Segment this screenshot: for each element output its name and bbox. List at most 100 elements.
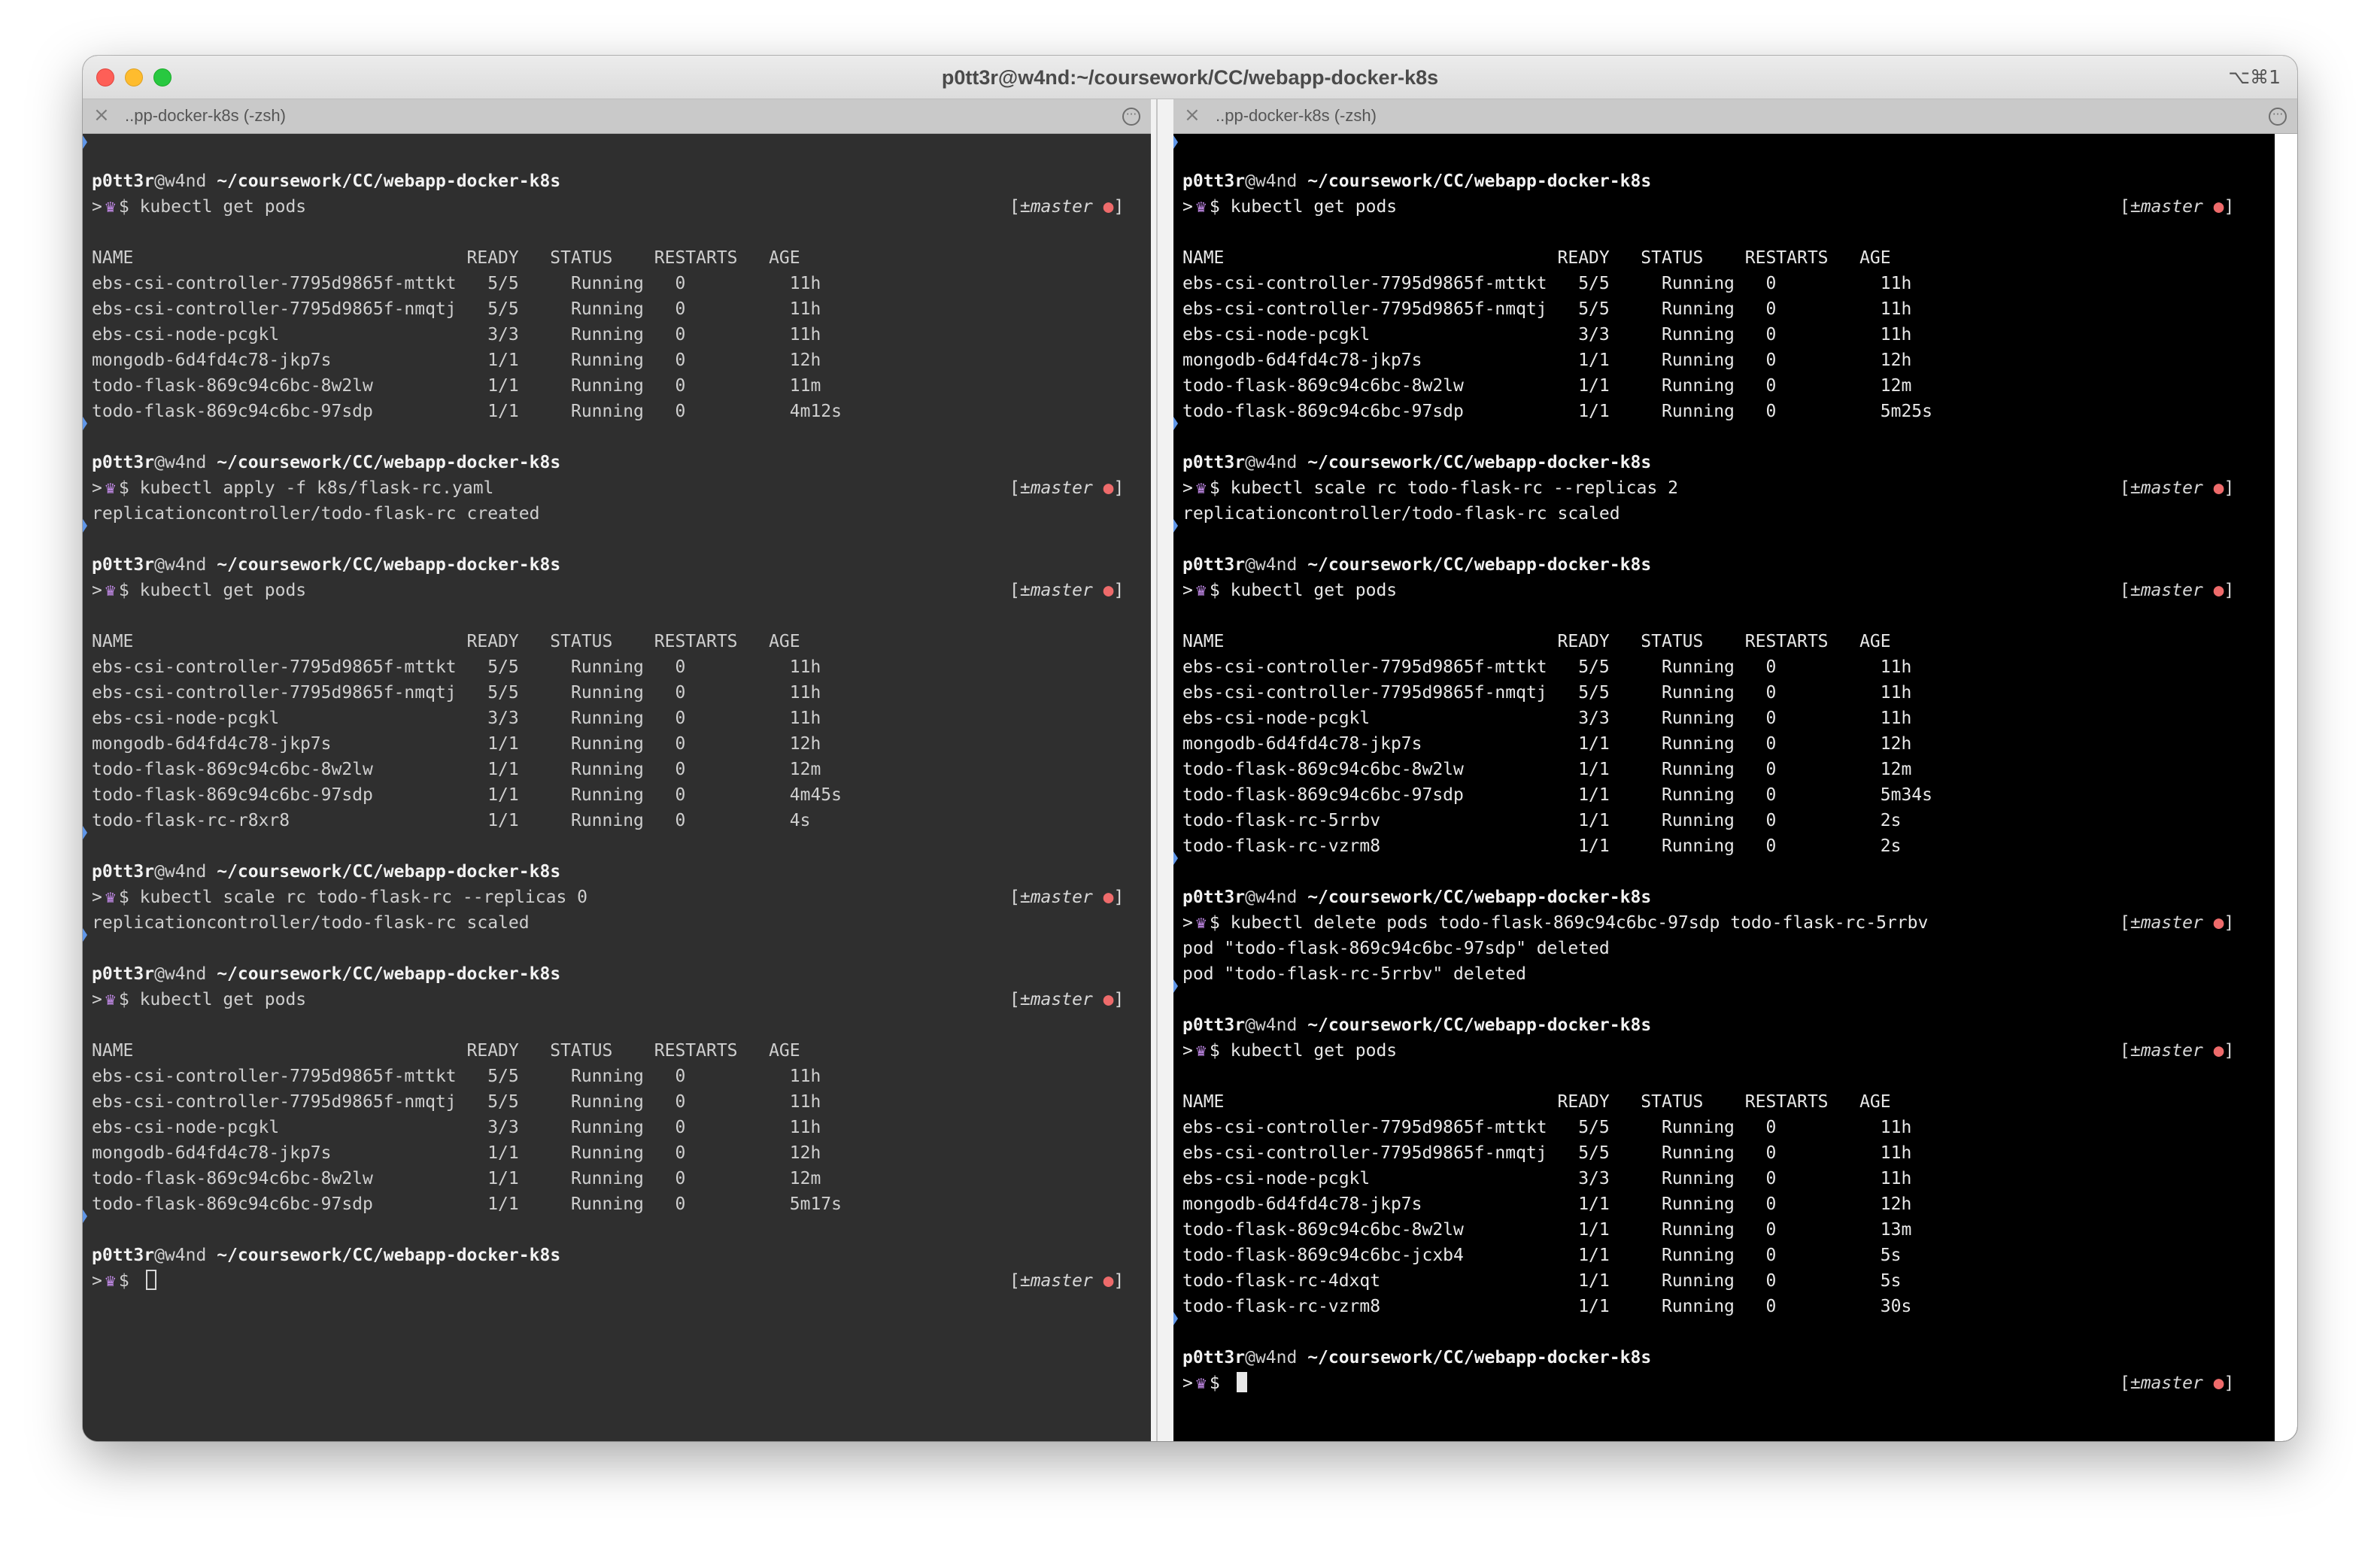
branch-name: ±master bbox=[2130, 581, 2203, 600]
branch-name: ±master bbox=[2130, 197, 2203, 217]
wizard-icon: ♛ bbox=[105, 478, 116, 498]
bracket: [ bbox=[1009, 197, 1020, 217]
status-dot-icon: ● bbox=[2213, 478, 2224, 498]
prompt-header: p0tt3r@w4nd ~/coursework/CC/webapp-docke… bbox=[92, 450, 560, 475]
prompt-mark-icon bbox=[1173, 519, 1178, 533]
prompt-header: p0tt3r@w4nd ~/coursework/CC/webapp-docke… bbox=[92, 168, 560, 194]
prompt-user: p0tt3r bbox=[1182, 555, 1246, 575]
prompt-mark-icon bbox=[1173, 417, 1178, 430]
prompt-path: ~/coursework/CC/webapp-docker-k8s bbox=[217, 964, 561, 984]
terminal-pane-left[interactable]: p0tt3r @w4nd ~/coursework/CC/webapp-docke… bbox=[83, 134, 1151, 1441]
prompt-path: ~/coursework/CC/webapp-docker-k8s bbox=[1307, 555, 1652, 575]
prompt-mark-icon bbox=[83, 417, 87, 430]
prompt-mark-icon bbox=[83, 519, 87, 533]
close-icon[interactable]: × bbox=[93, 104, 110, 126]
table-row: ebs-csi-node-pcgkl 3/3 Running 0 11h bbox=[1182, 325, 1912, 344]
command-line: > ♛ $ kubectl get pods bbox=[1182, 578, 1397, 603]
table-row: todo-flask-869c94c6bc-97sdp 1/1 Running … bbox=[1182, 402, 1932, 421]
status-dot-icon: ● bbox=[1103, 1271, 1114, 1291]
prompt-symbol: > bbox=[92, 581, 102, 600]
table-header: NAME READY STATUS RESTARTS AGE bbox=[1182, 632, 1891, 651]
prompt-header: p0tt3r@w4nd ~/coursework/CC/webapp-docke… bbox=[1182, 1012, 1651, 1038]
prompt-header: p0tt3r@w4nd ~/coursework/CC/webapp-docke… bbox=[1182, 1345, 1651, 1370]
wizard-icon: ♛ bbox=[1195, 1373, 1207, 1393]
prompt-user: p0tt3r bbox=[1182, 171, 1246, 191]
table-row: todo-flask-rc-vzrm8 1/1 Running 0 2s bbox=[1182, 836, 1902, 856]
prompt-path: ~/coursework/CC/webapp-docker-k8s bbox=[1307, 1015, 1652, 1035]
prompt-mark-icon bbox=[1173, 1312, 1178, 1325]
prompt-symbol: > bbox=[1182, 197, 1193, 217]
divider-rule bbox=[1156, 99, 1158, 1441]
terminal-pane-right[interactable]: p0tt3r @w4nd ~/coursework/CC/webapp-docke… bbox=[1173, 134, 2297, 1441]
table-row: todo-flask-869c94c6bc-97sdp 1/1 Running … bbox=[92, 402, 842, 421]
status-dot-icon: ● bbox=[2213, 581, 2224, 600]
branch-name: ±master bbox=[1019, 197, 1093, 217]
branch-name: ±master bbox=[2130, 913, 2203, 933]
bracket: ] bbox=[1113, 1271, 1125, 1291]
bracket: [ bbox=[1009, 990, 1020, 1009]
table-row: todo-flask-869c94c6bc-97sdp 1/1 Running … bbox=[1182, 785, 1932, 805]
status-dot-icon: ● bbox=[2213, 1373, 2224, 1393]
prompt-symbol: > bbox=[92, 478, 102, 498]
status-dot-icon: ● bbox=[2213, 197, 2224, 217]
cursor bbox=[1236, 1372, 1247, 1392]
table-row: mongodb-6d4fd4c78-jkp7s 1/1 Running 0 12… bbox=[92, 734, 821, 754]
prompt-path: ~/coursework/CC/webapp-docker-k8s bbox=[1307, 888, 1652, 907]
table-row: todo-flask-869c94c6bc-8w2lw 1/1 Running … bbox=[92, 760, 821, 779]
window-title: p0tt3r@w4nd:~/coursework/CC/webapp-docke… bbox=[941, 66, 1439, 89]
prompt-dollar: $ bbox=[1209, 913, 1220, 933]
prompt-host: @w4nd bbox=[1245, 888, 1298, 907]
command-output: replicationcontroller/todo-flask-rc scal… bbox=[1182, 504, 1620, 524]
branch-name: ±master bbox=[1019, 1271, 1093, 1291]
command-line: > ♛ $ kubectl get pods bbox=[92, 578, 306, 603]
git-branch-indicator: [±master ●] bbox=[2120, 1038, 2234, 1064]
tab-left-pane[interactable]: × ..pp-docker-k8s (-zsh) ··· bbox=[83, 99, 1151, 134]
git-branch-indicator: [±master ●] bbox=[2120, 910, 2234, 936]
prompt-path: ~/coursework/CC/webapp-docker-k8s bbox=[217, 862, 561, 882]
close-icon[interactable]: × bbox=[1184, 104, 1201, 126]
pane-divider[interactable] bbox=[1151, 99, 1173, 1441]
command-line: > ♛ $ bbox=[92, 1268, 156, 1294]
prompt-symbol: > bbox=[92, 888, 102, 907]
bracket: [ bbox=[2120, 581, 2130, 600]
command-text: kubectl delete pods todo-flask-869c94c6b… bbox=[1230, 913, 1929, 933]
table-row: todo-flask-rc-r8xr8 1/1 Running 0 4s bbox=[92, 811, 811, 830]
prompt-mark-icon bbox=[1173, 851, 1178, 865]
table-row: todo-flask-869c94c6bc-97sdp 1/1 Running … bbox=[92, 785, 842, 805]
prompt-dollar: $ bbox=[118, 197, 129, 217]
vertical-scrollbar[interactable] bbox=[2275, 134, 2297, 1441]
prompt-user: p0tt3r bbox=[1182, 453, 1246, 472]
prompt-user: p0tt3r bbox=[92, 171, 155, 191]
window-shortcut: ⌥⌘1 bbox=[2228, 66, 2281, 88]
wizard-icon: ♛ bbox=[105, 1271, 116, 1291]
prompt-mark-icon bbox=[1173, 135, 1178, 149]
tab-right-pane[interactable]: × ..pp-docker-k8s (-zsh) ··· bbox=[1173, 99, 2297, 134]
prompt-header: p0tt3r@w4nd ~/coursework/CC/webapp-docke… bbox=[1182, 168, 1651, 194]
branch-name: ±master bbox=[1019, 581, 1093, 600]
table-row: todo-flask-869c94c6bc-8w2lw 1/1 Running … bbox=[92, 376, 821, 396]
command-line: > ♛ $ bbox=[1182, 1370, 1247, 1396]
prompt-dollar: $ bbox=[118, 478, 129, 498]
git-branch-indicator: [±master ●] bbox=[1009, 885, 1124, 910]
command-output: replicationcontroller/todo-flask-rc scal… bbox=[92, 913, 530, 933]
bracket: ] bbox=[2224, 913, 2235, 933]
table-row: ebs-csi-controller-7795d9865f-mttkt 5/5 … bbox=[92, 274, 821, 293]
prompt-path: ~/coursework/CC/webapp-docker-k8s bbox=[217, 453, 561, 472]
more-icon[interactable]: ··· bbox=[1122, 108, 1140, 126]
table-row: ebs-csi-controller-7795d9865f-nmqtj 5/5 … bbox=[1182, 1143, 1912, 1163]
branch-name: ±master bbox=[1019, 990, 1093, 1009]
prompt-dollar: $ bbox=[118, 581, 129, 600]
prompt-host: @w4nd bbox=[1245, 1348, 1298, 1367]
table-row: todo-flask-869c94c6bc-97sdp 1/1 Running … bbox=[92, 1194, 842, 1214]
git-branch-indicator: [±master ●] bbox=[1009, 578, 1124, 603]
prompt-host: @w4nd bbox=[154, 453, 207, 472]
git-branch-indicator: [±master ●] bbox=[2120, 194, 2234, 220]
more-icon[interactable]: ··· bbox=[2269, 108, 2287, 126]
prompt-path: ~/coursework/CC/webapp-docker-k8s bbox=[1307, 1348, 1652, 1367]
prompt-symbol: > bbox=[1182, 913, 1193, 933]
command-text: kubectl get pods bbox=[139, 581, 307, 600]
table-header: NAME READY STATUS RESTARTS AGE bbox=[1182, 248, 1891, 268]
table-header: NAME READY STATUS RESTARTS AGE bbox=[92, 1041, 800, 1061]
git-branch-indicator: [±master ●] bbox=[2120, 578, 2234, 603]
title-bar: p0tt3r@w4nd:~/coursework/CC/webapp-docke… bbox=[83, 56, 2297, 99]
